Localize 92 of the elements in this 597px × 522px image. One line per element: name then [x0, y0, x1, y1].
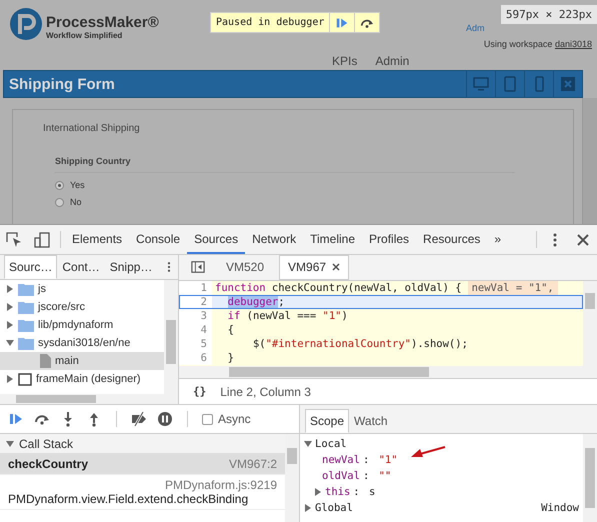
field-label: Shipping Country	[55, 156, 515, 173]
tagline: Workflow Simplified	[46, 31, 124, 40]
device-icon[interactable]	[34, 232, 50, 248]
sidebar-tab[interactable]: Watch	[349, 409, 393, 433]
scrollbar[interactable]	[583, 280, 597, 366]
expand-arrow-icon[interactable]	[6, 339, 14, 347]
section-header[interactable]: Call Stack	[0, 434, 285, 454]
section-title: International Shipping	[43, 123, 140, 134]
line-number: 4	[179, 322, 212, 337]
folder-icon	[18, 336, 34, 350]
frame-icon	[18, 372, 32, 386]
folder-icon	[18, 318, 34, 332]
close-icon[interactable]	[575, 232, 591, 248]
expand-arrow-icon[interactable]	[6, 321, 14, 329]
expand-arrow-icon[interactable]	[6, 303, 14, 311]
devtools-tab[interactable]: Profiles	[362, 225, 416, 254]
file-icon	[40, 354, 51, 368]
scope-section[interactable]: Local	[300, 436, 583, 452]
nav-link[interactable]: Admin	[375, 54, 410, 68]
devtools-tab[interactable]: Timeline	[303, 225, 362, 254]
code-line: debugger;	[226, 294, 285, 309]
expand-arrow-icon[interactable]	[6, 375, 14, 383]
function-name: checkCountry	[8, 457, 88, 471]
checkbox-label: Async	[218, 412, 251, 426]
scope-variable: newVal : "1"	[321, 453, 398, 468]
debugger-banner: Paused in debugger	[210, 12, 380, 33]
line-number: 5	[179, 336, 212, 351]
folder-icon	[18, 282, 34, 296]
expand-arrow-icon[interactable]	[304, 440, 312, 448]
devtools-tab[interactable]: Resources	[416, 225, 488, 254]
sidebar-tab[interactable]: Scope	[305, 409, 350, 433]
dimension-badge: 597px × 223px	[500, 5, 597, 24]
scrollbar[interactable]	[583, 434, 597, 522]
workspace-text: Using workspace dani3018	[482, 39, 592, 49]
devtools-tab[interactable]: Network	[245, 225, 304, 254]
scope-variable: oldVal : ""	[321, 469, 392, 484]
scrollbar[interactable]	[582, 98, 597, 224]
scope-variable: this : s	[300, 484, 376, 500]
scope-section[interactable]: Global Window	[300, 500, 583, 516]
breakpoints-off-icon[interactable]	[131, 411, 147, 427]
function-name: PMDynaform.view.Field.extend.checkBinding	[8, 492, 250, 506]
expand-arrow-icon[interactable]	[6, 440, 14, 448]
line-number: 6	[179, 350, 212, 365]
code-line: if (newVal === "1")	[226, 308, 348, 323]
sidebar-toggle-icon[interactable]	[191, 260, 205, 274]
navigator-tab[interactable]: Cont…	[57, 255, 105, 279]
radio-button[interactable]	[55, 198, 64, 206]
option-label: No	[70, 197, 82, 207]
radio-button[interactable]	[55, 180, 64, 190]
tree-item[interactable]: jscore/src	[0, 298, 164, 316]
resume-icon[interactable]	[335, 16, 350, 30]
devtools-tab[interactable]: Elements	[65, 225, 130, 254]
option-label: Yes	[70, 180, 85, 190]
brand-name: ProcessMaker®	[46, 14, 159, 31]
tree-item[interactable]: frameMain (designer)	[0, 370, 164, 388]
scrollbar[interactable]	[164, 280, 178, 394]
cursor-position: Line 2, Column 3	[220, 384, 311, 399]
resume-icon[interactable]	[8, 411, 24, 427]
logo-icon	[10, 8, 42, 40]
call-frame[interactable]: checkCountry VM967:2	[0, 454, 285, 475]
navigator-tab[interactable]: Sourc…	[4, 255, 58, 279]
tree-item[interactable]: js	[0, 280, 164, 298]
file-tab[interactable]: VM520	[217, 255, 274, 280]
folder-icon	[18, 300, 34, 314]
source-location: VM967:2	[228, 457, 277, 471]
checkbox[interactable]	[202, 414, 213, 424]
expand-arrow-icon[interactable]	[6, 285, 14, 293]
nav-link[interactable]: KPIs	[332, 54, 358, 68]
close-icon[interactable]	[332, 263, 340, 272]
inspect-icon[interactable]	[6, 232, 22, 248]
code-line: }	[226, 350, 234, 365]
devtools-tab[interactable]: Console	[129, 225, 188, 254]
tree-item[interactable]: lib/pmdynaform	[0, 316, 164, 334]
tree-item[interactable]: sysdani3018/en/ne	[0, 334, 164, 352]
line-number: 1	[179, 280, 212, 295]
code-line: $("#internationalCountry").show();	[252, 336, 468, 351]
tree-item[interactable]: main	[0, 352, 164, 370]
line-number: 2	[179, 294, 212, 309]
form-title-bar: Shipping Form	[3, 70, 583, 98]
file-tab[interactable]: VM967	[279, 255, 350, 280]
more-tabs-button[interactable]: »	[487, 225, 508, 254]
scrollbar[interactable]	[0, 394, 178, 404]
format-button[interactable]: {}	[193, 385, 206, 398]
code-line: function checkCountry(newVal, oldVal) {	[214, 280, 462, 295]
scrollbar[interactable]	[285, 434, 299, 522]
scrollbar[interactable]	[179, 366, 597, 378]
inline-value: newVal = "1",	[468, 280, 558, 295]
source-location: PMDynaform.js:9219	[164, 478, 277, 492]
line-number: 3	[179, 308, 212, 323]
pause-icon[interactable]	[157, 411, 173, 427]
navigator-tab[interactable]: Snipp…	[104, 255, 158, 279]
code-line: {	[226, 322, 234, 337]
